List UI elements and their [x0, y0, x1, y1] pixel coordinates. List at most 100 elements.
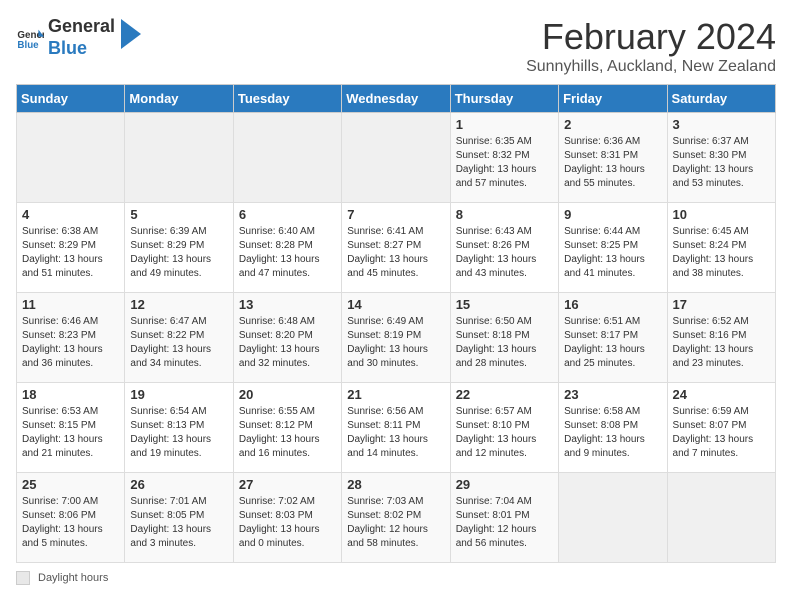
- calendar-cell: 9 Sunrise: 6:44 AMSunset: 8:25 PMDayligh…: [559, 203, 667, 293]
- day-number: 7: [347, 207, 444, 222]
- day-number: 3: [673, 117, 770, 132]
- day-info: Sunrise: 6:58 AMSunset: 8:08 PMDaylight:…: [564, 405, 661, 461]
- logo-arrow-icon: [121, 19, 141, 49]
- weekday-sunday: Sunday: [17, 85, 125, 113]
- weekday-wednesday: Wednesday: [342, 85, 450, 113]
- daylight-legend-box: [16, 571, 30, 585]
- day-info: Sunrise: 6:59 AMSunset: 8:07 PMDaylight:…: [673, 405, 770, 461]
- calendar-cell: 12 Sunrise: 6:47 AMSunset: 8:22 PMDaylig…: [125, 293, 233, 383]
- day-number: 28: [347, 477, 444, 492]
- day-number: 23: [564, 387, 661, 402]
- day-number: 8: [456, 207, 553, 222]
- day-number: 5: [130, 207, 227, 222]
- weekday-friday: Friday: [559, 85, 667, 113]
- calendar-cell: 15 Sunrise: 6:50 AMSunset: 8:18 PMDaylig…: [450, 293, 558, 383]
- week-row-1: 1 Sunrise: 6:35 AMSunset: 8:32 PMDayligh…: [17, 113, 776, 203]
- calendar-cell: [667, 473, 775, 563]
- day-info: Sunrise: 6:50 AMSunset: 8:18 PMDaylight:…: [456, 315, 553, 371]
- header: General Blue General Blue February 2024 …: [16, 16, 776, 76]
- calendar-cell: 26 Sunrise: 7:01 AMSunset: 8:05 PMDaylig…: [125, 473, 233, 563]
- day-number: 13: [239, 297, 336, 312]
- logo: General Blue General Blue: [16, 16, 141, 59]
- month-title: February 2024: [526, 16, 776, 58]
- day-number: 12: [130, 297, 227, 312]
- weekday-header: SundayMondayTuesdayWednesdayThursdayFrid…: [17, 85, 776, 113]
- day-number: 20: [239, 387, 336, 402]
- day-number: 1: [456, 117, 553, 132]
- calendar-cell: 27 Sunrise: 7:02 AMSunset: 8:03 PMDaylig…: [233, 473, 341, 563]
- day-number: 11: [22, 297, 119, 312]
- calendar-cell: 8 Sunrise: 6:43 AMSunset: 8:26 PMDayligh…: [450, 203, 558, 293]
- calendar-cell: [342, 113, 450, 203]
- day-number: 14: [347, 297, 444, 312]
- calendar-cell: 25 Sunrise: 7:00 AMSunset: 8:06 PMDaylig…: [17, 473, 125, 563]
- day-number: 19: [130, 387, 227, 402]
- weekday-saturday: Saturday: [667, 85, 775, 113]
- day-number: 18: [22, 387, 119, 402]
- title-area: February 2024 Sunnyhills, Auckland, New …: [526, 16, 776, 76]
- calendar-cell: 3 Sunrise: 6:37 AMSunset: 8:30 PMDayligh…: [667, 113, 775, 203]
- calendar-cell: 24 Sunrise: 6:59 AMSunset: 8:07 PMDaylig…: [667, 383, 775, 473]
- calendar-table: SundayMondayTuesdayWednesdayThursdayFrid…: [16, 84, 776, 563]
- day-info: Sunrise: 6:45 AMSunset: 8:24 PMDaylight:…: [673, 225, 770, 281]
- day-info: Sunrise: 6:36 AMSunset: 8:31 PMDaylight:…: [564, 135, 661, 191]
- day-number: 24: [673, 387, 770, 402]
- calendar-cell: 7 Sunrise: 6:41 AMSunset: 8:27 PMDayligh…: [342, 203, 450, 293]
- calendar-cell: [559, 473, 667, 563]
- day-info: Sunrise: 6:55 AMSunset: 8:12 PMDaylight:…: [239, 405, 336, 461]
- day-info: Sunrise: 7:01 AMSunset: 8:05 PMDaylight:…: [130, 495, 227, 551]
- day-number: 17: [673, 297, 770, 312]
- logo-icon: General Blue: [16, 24, 44, 52]
- calendar-cell: 22 Sunrise: 6:57 AMSunset: 8:10 PMDaylig…: [450, 383, 558, 473]
- calendar-cell: 5 Sunrise: 6:39 AMSunset: 8:29 PMDayligh…: [125, 203, 233, 293]
- day-info: Sunrise: 6:46 AMSunset: 8:23 PMDaylight:…: [22, 315, 119, 371]
- day-number: 10: [673, 207, 770, 222]
- week-row-3: 11 Sunrise: 6:46 AMSunset: 8:23 PMDaylig…: [17, 293, 776, 383]
- calendar-cell: 16 Sunrise: 6:51 AMSunset: 8:17 PMDaylig…: [559, 293, 667, 383]
- day-info: Sunrise: 7:02 AMSunset: 8:03 PMDaylight:…: [239, 495, 336, 551]
- day-info: Sunrise: 6:40 AMSunset: 8:28 PMDaylight:…: [239, 225, 336, 281]
- weekday-monday: Monday: [125, 85, 233, 113]
- calendar-cell: 2 Sunrise: 6:36 AMSunset: 8:31 PMDayligh…: [559, 113, 667, 203]
- day-info: Sunrise: 6:54 AMSunset: 8:13 PMDaylight:…: [130, 405, 227, 461]
- day-number: 4: [22, 207, 119, 222]
- day-number: 25: [22, 477, 119, 492]
- calendar-cell: 18 Sunrise: 6:53 AMSunset: 8:15 PMDaylig…: [17, 383, 125, 473]
- calendar-cell: 19 Sunrise: 6:54 AMSunset: 8:13 PMDaylig…: [125, 383, 233, 473]
- calendar-cell: 20 Sunrise: 6:55 AMSunset: 8:12 PMDaylig…: [233, 383, 341, 473]
- day-number: 15: [456, 297, 553, 312]
- day-number: 26: [130, 477, 227, 492]
- svg-text:Blue: Blue: [17, 39, 39, 50]
- weekday-tuesday: Tuesday: [233, 85, 341, 113]
- day-number: 2: [564, 117, 661, 132]
- calendar-cell: [125, 113, 233, 203]
- week-row-5: 25 Sunrise: 7:00 AMSunset: 8:06 PMDaylig…: [17, 473, 776, 563]
- calendar-cell: 23 Sunrise: 6:58 AMSunset: 8:08 PMDaylig…: [559, 383, 667, 473]
- day-info: Sunrise: 6:57 AMSunset: 8:10 PMDaylight:…: [456, 405, 553, 461]
- day-number: 16: [564, 297, 661, 312]
- day-info: Sunrise: 6:56 AMSunset: 8:11 PMDaylight:…: [347, 405, 444, 461]
- calendar-cell: 4 Sunrise: 6:38 AMSunset: 8:29 PMDayligh…: [17, 203, 125, 293]
- calendar-cell: 21 Sunrise: 6:56 AMSunset: 8:11 PMDaylig…: [342, 383, 450, 473]
- week-row-4: 18 Sunrise: 6:53 AMSunset: 8:15 PMDaylig…: [17, 383, 776, 473]
- day-info: Sunrise: 6:39 AMSunset: 8:29 PMDaylight:…: [130, 225, 227, 281]
- day-number: 9: [564, 207, 661, 222]
- calendar-cell: 14 Sunrise: 6:49 AMSunset: 8:19 PMDaylig…: [342, 293, 450, 383]
- day-info: Sunrise: 6:49 AMSunset: 8:19 PMDaylight:…: [347, 315, 444, 371]
- day-number: 22: [456, 387, 553, 402]
- footer-note: Daylight hours: [16, 571, 776, 585]
- calendar-cell: 6 Sunrise: 6:40 AMSunset: 8:28 PMDayligh…: [233, 203, 341, 293]
- calendar-cell: 28 Sunrise: 7:03 AMSunset: 8:02 PMDaylig…: [342, 473, 450, 563]
- day-info: Sunrise: 6:37 AMSunset: 8:30 PMDaylight:…: [673, 135, 770, 191]
- calendar-body: 1 Sunrise: 6:35 AMSunset: 8:32 PMDayligh…: [17, 113, 776, 563]
- weekday-thursday: Thursday: [450, 85, 558, 113]
- day-info: Sunrise: 7:04 AMSunset: 8:01 PMDaylight:…: [456, 495, 553, 551]
- calendar-cell: 1 Sunrise: 6:35 AMSunset: 8:32 PMDayligh…: [450, 113, 558, 203]
- logo-blue: Blue: [48, 38, 115, 60]
- location-title: Sunnyhills, Auckland, New Zealand: [526, 58, 776, 76]
- daylight-legend-label: Daylight hours: [38, 572, 108, 584]
- day-number: 6: [239, 207, 336, 222]
- calendar-cell: 17 Sunrise: 6:52 AMSunset: 8:16 PMDaylig…: [667, 293, 775, 383]
- logo-general: General: [48, 16, 115, 38]
- day-info: Sunrise: 7:00 AMSunset: 8:06 PMDaylight:…: [22, 495, 119, 551]
